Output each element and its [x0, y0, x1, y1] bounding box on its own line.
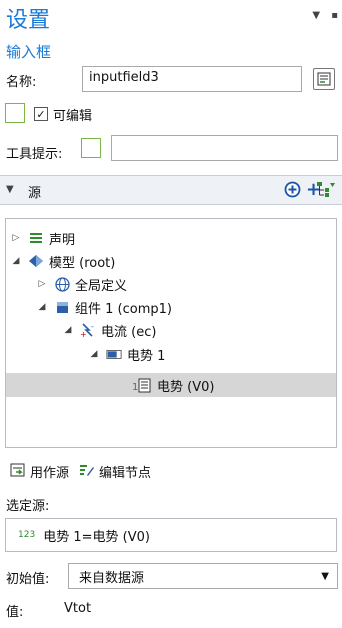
section-subtitle: 输入框 — [6, 43, 52, 61]
header-tools: ▼ ▪ — [304, 10, 338, 21]
selected-source-label: 选定源: — [6, 499, 50, 514]
tree-item-global-definitions[interactable]: ▷ 全局定义 — [36, 273, 127, 295]
collapse-icon[interactable]: ◢ — [88, 349, 100, 359]
triangle-down-icon[interactable]: ▼ — [312, 10, 320, 21]
value-text: Vtot — [64, 601, 92, 616]
use-source-icon — [10, 463, 26, 481]
tooltip-color-swatch[interactable] — [81, 138, 101, 158]
value-label: 值: — [6, 605, 24, 620]
edit-node-label: 编辑节点 — [99, 466, 152, 481]
tree-item-label: 电势 (V0) — [157, 379, 215, 395]
edit-node-icon — [79, 463, 95, 481]
tooltip-label: 工具提示: — [6, 147, 63, 162]
potential-icon — [106, 346, 122, 362]
tree-item-potential[interactable]: ◢ 电势 1 — [88, 343, 166, 365]
expand-icon[interactable]: ▷ — [36, 279, 48, 289]
name-label: 名称: — [6, 75, 37, 90]
collapse-icon[interactable]: ◢ — [62, 325, 74, 335]
selected-source-box: 123 电势 1=电势 (V0) — [5, 518, 337, 552]
tree-item-model[interactable]: ◢ 模型 (root) — [10, 250, 115, 272]
chevron-down-icon: ▼ — [321, 571, 329, 582]
selected-source-value: 电势 1=电势 (V0) — [43, 529, 150, 545]
page-title: 设置 — [6, 8, 51, 33]
name-input[interactable]: inputfield3 — [82, 66, 302, 92]
tree-item-label: 全局定义 — [75, 278, 128, 294]
tooltip-input[interactable] — [111, 135, 338, 161]
source-tree[interactable]: ▷ 声明 ◢ 模型 (root) ▷ 全局定义 ◢ 组件 1 (comp1) ◢… — [5, 218, 337, 448]
initial-value-label: 初始值: — [6, 572, 50, 587]
use-as-source-button[interactable]: 用作源 — [10, 462, 69, 481]
svg-text:-: - — [91, 322, 94, 331]
plus-circle-icon[interactable] — [284, 181, 301, 202]
collapse-icon[interactable]: ◢ — [10, 256, 22, 266]
settings-form-icon[interactable] — [313, 68, 335, 90]
tree-item-label: 声明 — [49, 232, 76, 248]
tree-item-potential-v0[interactable]: 1 电势 (V0) — [132, 374, 214, 396]
use-as-source-label: 用作源 — [30, 466, 70, 481]
tree-actions: 用作源 编辑节点 — [10, 462, 151, 481]
model-icon — [28, 253, 44, 269]
source-section-header[interactable]: ▼ 源 + — [0, 175, 342, 205]
edit-node-button[interactable]: 编辑节点 — [79, 462, 151, 481]
tree-filter-icon[interactable] — [316, 181, 336, 202]
tree-item-electric-current[interactable]: ◢ + - 电流 (ec) — [62, 319, 157, 341]
tree-item-label: 模型 (root) — [49, 255, 116, 271]
tree-item-component[interactable]: ◢ 组件 1 (comp1) — [36, 296, 172, 318]
number-badge-icon: 123 — [18, 530, 36, 540]
pin-icon[interactable]: ▪ — [331, 10, 338, 21]
editable-checkbox[interactable]: ✓ — [34, 107, 48, 121]
parameter-icon: 1 — [132, 377, 152, 393]
collapse-icon[interactable]: ▼ — [6, 184, 14, 195]
tree-item-label: 电势 1 — [127, 348, 166, 364]
svg-text:1: 1 — [132, 382, 138, 393]
svg-text:+: + — [80, 330, 87, 338]
tree-item-label: 电流 (ec) — [101, 324, 157, 340]
current-icon: + - — [80, 322, 96, 338]
list-icon — [28, 230, 44, 246]
tree-item-label: 组件 1 (comp1) — [75, 301, 172, 317]
initial-value-selected: 来自数据源 — [79, 570, 145, 586]
editable-label: 可编辑 — [53, 109, 93, 124]
initial-value-select[interactable]: 来自数据源 ▼ — [68, 563, 338, 589]
component-icon — [54, 299, 70, 315]
source-section-label: 源 — [28, 186, 42, 201]
collapse-icon[interactable]: ◢ — [36, 302, 48, 312]
globe-icon — [54, 276, 70, 292]
expand-icon[interactable]: ▷ — [10, 233, 22, 243]
tree-item-declarations[interactable]: ▷ 声明 — [10, 227, 75, 249]
color-swatch[interactable] — [5, 103, 25, 123]
